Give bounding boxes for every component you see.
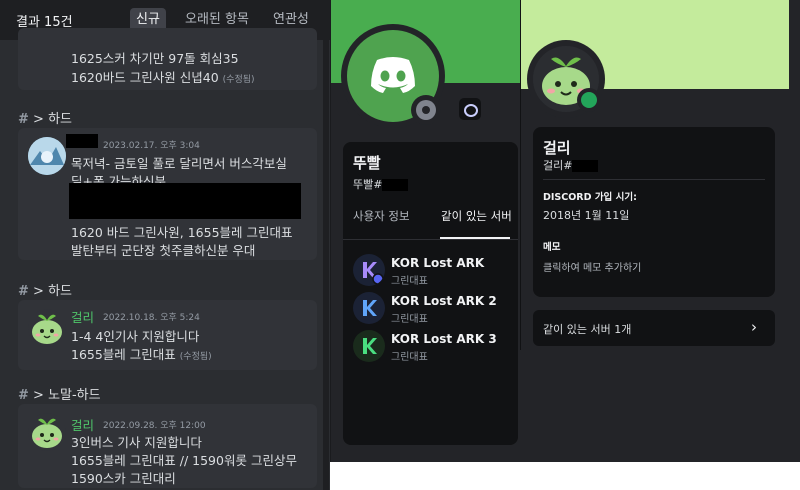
- profile-body: 뚜빨 뚜빨# 사용자 정보 같이 있는 서버 KOR Lost ARK 그린대표: [343, 142, 518, 445]
- tab-user-info[interactable]: 사용자 정보: [353, 208, 410, 224]
- message-line: 1655블레 그린대표 // 1590워롯 그린상무: [71, 453, 297, 468]
- server-name: KOR Lost ARK 3: [391, 332, 497, 346]
- edited-label: (수정됨): [179, 352, 212, 362]
- nitro-badge-icon[interactable]: [459, 98, 481, 120]
- online-status-icon: [581, 92, 597, 108]
- message-line: 1620 바드 그린사원, 1655블레 그린대표: [71, 225, 293, 240]
- avatar-image: [28, 137, 66, 175]
- mutual-servers-label: 같이 있는 서버 1개: [543, 323, 632, 336]
- memo-label: 메모: [543, 242, 561, 253]
- edited-label: (수정됨): [222, 75, 255, 85]
- avatar[interactable]: [28, 137, 66, 175]
- profile-tabs: 사용자 정보 같이 있는 서버: [343, 200, 518, 240]
- mutual-server-item[interactable]: KOR Lost ARK 그린대표: [353, 254, 513, 288]
- message-line: 발탄부터 군단장 첫주클하신분 우대: [71, 243, 256, 258]
- active-tab-indicator: [440, 237, 510, 239]
- redacted-discriminator: [572, 160, 599, 172]
- message-line: 1625스커 차기만 97돌 회심35: [71, 51, 239, 66]
- channel-header[interactable]: # > 노말-하드: [18, 384, 101, 403]
- message-line: 1-4 4인기사 지원합니다: [71, 329, 200, 344]
- search-result[interactable]: 걸리 2022.10.18. 오후 5:24 1-4 4인기사 지원합니다 16…: [18, 300, 317, 370]
- mutual-server-item[interactable]: KOR Lost ARK 2 그린대표: [353, 292, 513, 326]
- search-result[interactable]: 1625스커 차기만 97돌 회심35 1620바드 그린사원 신녑40 (수정…: [18, 28, 317, 90]
- server-icon: [353, 330, 385, 362]
- search-results-panel: 결과 15건 신규 오래된 항목 연관성 1625스커 차기만 97돌 회심35…: [0, 0, 330, 490]
- server-name: KOR Lost ARK 2: [391, 294, 497, 308]
- redacted-discriminator: [382, 179, 409, 191]
- server-icon: [353, 292, 385, 324]
- server-nickname: 그린대표: [391, 314, 428, 325]
- timestamp: 2022.09.28. 오후 12:00: [103, 421, 206, 431]
- search-result[interactable]: 2023.02.17. 오후 3:04 목저녁- 금토일 풀로 달리면서 버스각…: [18, 128, 317, 260]
- author-name[interactable]: 걸리: [71, 307, 94, 326]
- channel-header[interactable]: # > 하드: [18, 108, 72, 127]
- offline-status-icon: [416, 100, 436, 120]
- user-profile-popout: 걸리 걸리# DISCORD 가입 시기: 2018년 1월 11일 메모 클릭…: [520, 0, 789, 350]
- mutual-server-item[interactable]: KOR Lost ARK 3 그린대표: [353, 330, 513, 364]
- scrollbar[interactable]: [323, 40, 329, 490]
- server-nickname: 그린대표: [391, 352, 428, 363]
- message-line: 목저녁- 금토일 풀로 달리면서 버스각보실: [71, 156, 287, 171]
- server-nickname: 그린대표: [391, 276, 428, 287]
- mascot-avatar-image: [32, 418, 62, 448]
- server-icon: [353, 254, 385, 286]
- joined-date: 2018년 1월 11일: [543, 209, 630, 222]
- message-line: 1590스카 그린대리: [71, 471, 176, 486]
- server-name: KOR Lost ARK: [391, 256, 485, 270]
- channel-header[interactable]: # > 하드: [18, 280, 72, 299]
- timestamp: 2022.10.18. 오후 5:24: [103, 313, 200, 323]
- joined-label: DISCORD 가입 시기:: [543, 192, 637, 203]
- profile-body: 걸리 걸리# DISCORD 가입 시기: 2018년 1월 11일 메모 클릭…: [533, 127, 775, 297]
- timestamp: 2023.02.17. 오후 3:04: [103, 141, 200, 151]
- mascot-avatar-image: [32, 314, 62, 344]
- redacted-text: [69, 183, 301, 219]
- hash-icon: #: [18, 388, 29, 403]
- chevron-right-icon: ›: [751, 318, 757, 336]
- memo-input[interactable]: 클릭하여 메모 추가하기: [543, 259, 641, 274]
- hash-icon: #: [18, 112, 29, 127]
- tab-mutual-servers[interactable]: 같이 있는 서버: [441, 208, 512, 224]
- search-result[interactable]: 걸리 2022.09.28. 오후 12:00 3인버스 기사 지원합니다 16…: [18, 404, 317, 488]
- mutual-servers-button[interactable]: 같이 있는 서버 1개 ›: [533, 310, 775, 346]
- message-line: 3인버스 기사 지원합니다: [71, 435, 202, 450]
- redacted-username: [66, 134, 98, 148]
- profile-display-name: 걸리: [543, 139, 571, 157]
- lostark-k-icon: [363, 338, 377, 354]
- profile-tag: 뚜빨#: [353, 176, 409, 192]
- lostark-k-icon: [363, 300, 377, 316]
- lostark-k-icon: [363, 262, 384, 285]
- avatar[interactable]: [28, 413, 66, 451]
- message-line: 1655블레 그린대표 (수정됨): [71, 347, 212, 362]
- hash-icon: #: [18, 284, 29, 299]
- message-line: 1620바드 그린사원 신녑40 (수정됨): [71, 70, 255, 85]
- profile-display-name: 뚜빨: [353, 154, 381, 172]
- divider: [543, 179, 765, 180]
- avatar[interactable]: [28, 309, 66, 347]
- profile-tag: 걸리#: [543, 157, 599, 173]
